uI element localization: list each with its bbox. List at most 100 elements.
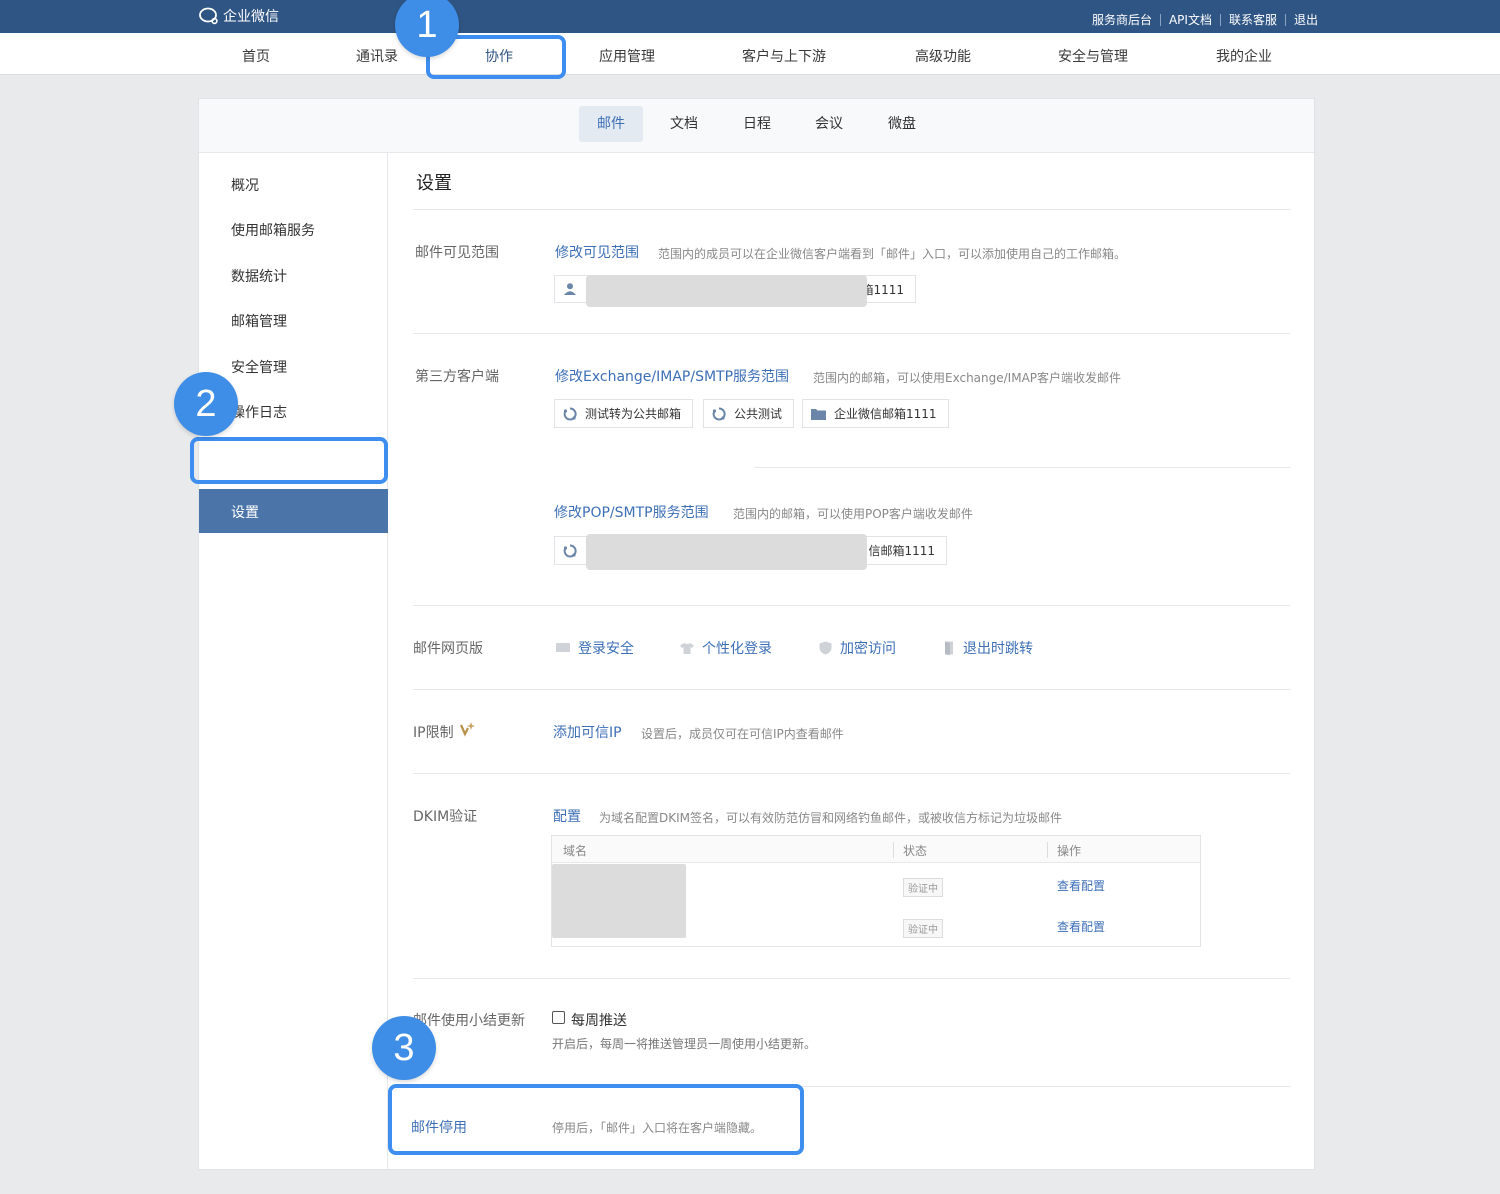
sidebar-item-statistics[interactable]: 数据统计: [231, 266, 287, 286]
chip-label: 信邮箱1111: [868, 544, 935, 558]
weekly-push-label[interactable]: 每周推送: [571, 1010, 627, 1030]
nav-home[interactable]: 首页: [242, 46, 270, 66]
webmail-item-label: 登录安全: [578, 641, 634, 657]
sidebar-item-label: 设置: [231, 505, 259, 521]
redacted-region: [586, 275, 867, 307]
column-domain: 域名: [563, 844, 588, 858]
webmail-custom-login[interactable]: 个性化登录: [680, 638, 772, 658]
sidebar-item-use-mail-service[interactable]: 使用邮箱服务: [231, 220, 315, 240]
highlight-settings-item: [190, 437, 388, 484]
nav-contacts[interactable]: 通讯录: [356, 46, 398, 66]
dkim-table-header: 域名 状态 操作: [552, 836, 1200, 863]
link-api-docs[interactable]: API文档: [1169, 11, 1212, 28]
third-party-label: 第三方客户端: [415, 369, 499, 385]
divider: [413, 605, 1290, 606]
monitor-icon: [556, 642, 570, 654]
pop-desc: 范围内的邮箱，可以使用POP客户端收发邮件: [733, 507, 973, 521]
ip-limit-label: IP限制: [413, 725, 454, 741]
divider: [413, 689, 1290, 690]
edit-pop-scope-link[interactable]: 修改POP/SMTP服务范围: [554, 502, 709, 522]
step-badge-2: 2: [174, 372, 238, 436]
redacted-domains: [552, 864, 686, 938]
divider: [893, 842, 894, 858]
folder-icon: [811, 408, 826, 420]
divider: [1047, 842, 1048, 858]
premium-feature-icon: [459, 721, 475, 741]
view-config-link[interactable]: 查看配置: [1057, 918, 1105, 935]
door-icon: [943, 641, 955, 655]
tab-docs[interactable]: 文档: [652, 106, 716, 142]
page-title: 设置: [416, 173, 452, 194]
link-provider-console[interactable]: 服务商后台: [1092, 11, 1152, 28]
dkim-desc: 为域名配置DKIM签名，可以有效防范仿冒和网络钓鱼邮件，或被收信方标记为垃圾邮件: [599, 811, 1063, 825]
divider: [413, 978, 1290, 979]
divider: [413, 333, 1290, 334]
imap-chip-public-test-conv: 测试转为公共邮箱: [554, 399, 694, 428]
webmail-login-security[interactable]: 登录安全: [556, 638, 634, 658]
sidebar-item-settings[interactable]: 设置: [199, 489, 388, 533]
webmail-item-label: 个性化登录: [702, 641, 772, 657]
webmail-logout-redirect[interactable]: 退出时跳转: [943, 638, 1033, 658]
shield-icon: [819, 641, 832, 655]
edit-imap-scope-link[interactable]: 修改Exchange/IMAP/SMTP服务范围: [555, 366, 789, 386]
person-icon: [563, 282, 577, 296]
divider: [1219, 13, 1221, 26]
summary-desc: 开启后，每周一将推送管理员一周使用小结更新。: [552, 1037, 817, 1051]
link-contact-support[interactable]: 联系客服: [1229, 11, 1277, 28]
divider: [413, 773, 1290, 774]
edit-visibility-link[interactable]: 修改可见范围: [555, 242, 639, 262]
nav-advanced[interactable]: 高级功能: [915, 46, 971, 66]
main-nav: 首页 通讯录 协作 应用管理 客户与上下游 高级功能 安全与管理 我的企业: [0, 33, 1500, 75]
brand-name: 企业微信: [223, 9, 279, 25]
chip-label: 企业微信邮箱1111: [834, 407, 937, 421]
sidebar-item-mailbox-management[interactable]: 邮箱管理: [231, 311, 287, 331]
visibility-label: 邮件可见范围: [415, 245, 499, 261]
public-mailbox-icon: [563, 406, 577, 421]
mail-panel: 邮件 文档 日程 会议 微盘 概况 使用邮箱服务 数据统计 邮箱管理 安全管理 …: [198, 98, 1315, 1170]
step-badge-3: 3: [372, 1016, 436, 1080]
sidebar-item-operation-log[interactable]: 操作日志: [231, 402, 287, 422]
status-badge: 验证中: [903, 919, 943, 938]
top-bar: 企业微信 服务商后台 API文档 联系客服 退出: [0, 0, 1500, 33]
tab-meeting[interactable]: 会议: [797, 106, 861, 142]
imap-desc: 范围内的邮箱，可以使用Exchange/IMAP客户端收发邮件: [813, 371, 1122, 385]
dkim-config-link[interactable]: 配置: [553, 806, 581, 826]
sub-nav: 邮件 文档 日程 会议 微盘: [199, 99, 1314, 153]
wecom-logo-icon: [199, 7, 218, 25]
tab-drive[interactable]: 微盘: [870, 106, 934, 142]
imap-chip-enterprise-mailbox: 企业微信邮箱1111: [802, 399, 949, 428]
sidebar: 概况 使用邮箱服务 数据统计 邮箱管理 安全管理 操作日志 设置: [199, 153, 388, 1169]
nav-customers[interactable]: 客户与上下游: [742, 46, 826, 66]
public-mailbox-icon: [712, 406, 726, 421]
column-action: 操作: [1057, 844, 1082, 858]
status-badge: 验证中: [903, 878, 943, 897]
nav-my-company[interactable]: 我的企业: [1216, 46, 1272, 66]
imap-chip-public-test: 公共测试: [703, 399, 795, 428]
tab-mail[interactable]: 邮件: [579, 106, 643, 142]
nav-app-management[interactable]: 应用管理: [599, 46, 655, 66]
sidebar-item-security[interactable]: 安全管理: [231, 357, 287, 377]
divider: [413, 209, 1290, 210]
add-trusted-ip-link[interactable]: 添加可信IP: [553, 722, 622, 742]
summary-label: 邮件使用小结更新: [413, 1013, 525, 1029]
chip-label: 公共测试: [734, 407, 783, 421]
public-mailbox-icon: [563, 543, 577, 558]
nav-security[interactable]: 安全与管理: [1058, 46, 1128, 66]
brand-logo[interactable]: 企业微信: [198, 6, 279, 26]
chip-label: 测试转为公共邮箱: [585, 407, 682, 421]
webmail-item-label: 退出时跳转: [963, 641, 1033, 657]
highlight-disable-mail: [388, 1084, 804, 1155]
divider: [1284, 13, 1286, 26]
column-status: 状态: [903, 844, 928, 858]
redacted-region: [586, 534, 867, 570]
link-logout[interactable]: 退出: [1294, 11, 1318, 28]
weekly-push-checkbox[interactable]: [552, 1011, 565, 1024]
sidebar-item-overview[interactable]: 概况: [231, 175, 259, 195]
divider: [1159, 13, 1161, 26]
ip-desc: 设置后，成员仅可在可信IP内查看邮件: [641, 727, 844, 741]
tab-calendar[interactable]: 日程: [725, 106, 789, 142]
view-config-link[interactable]: 查看配置: [1057, 877, 1105, 894]
webmail-label: 邮件网页版: [413, 641, 483, 657]
dkim-label: DKIM验证: [413, 809, 478, 825]
webmail-encrypted-access[interactable]: 加密访问: [819, 638, 896, 658]
